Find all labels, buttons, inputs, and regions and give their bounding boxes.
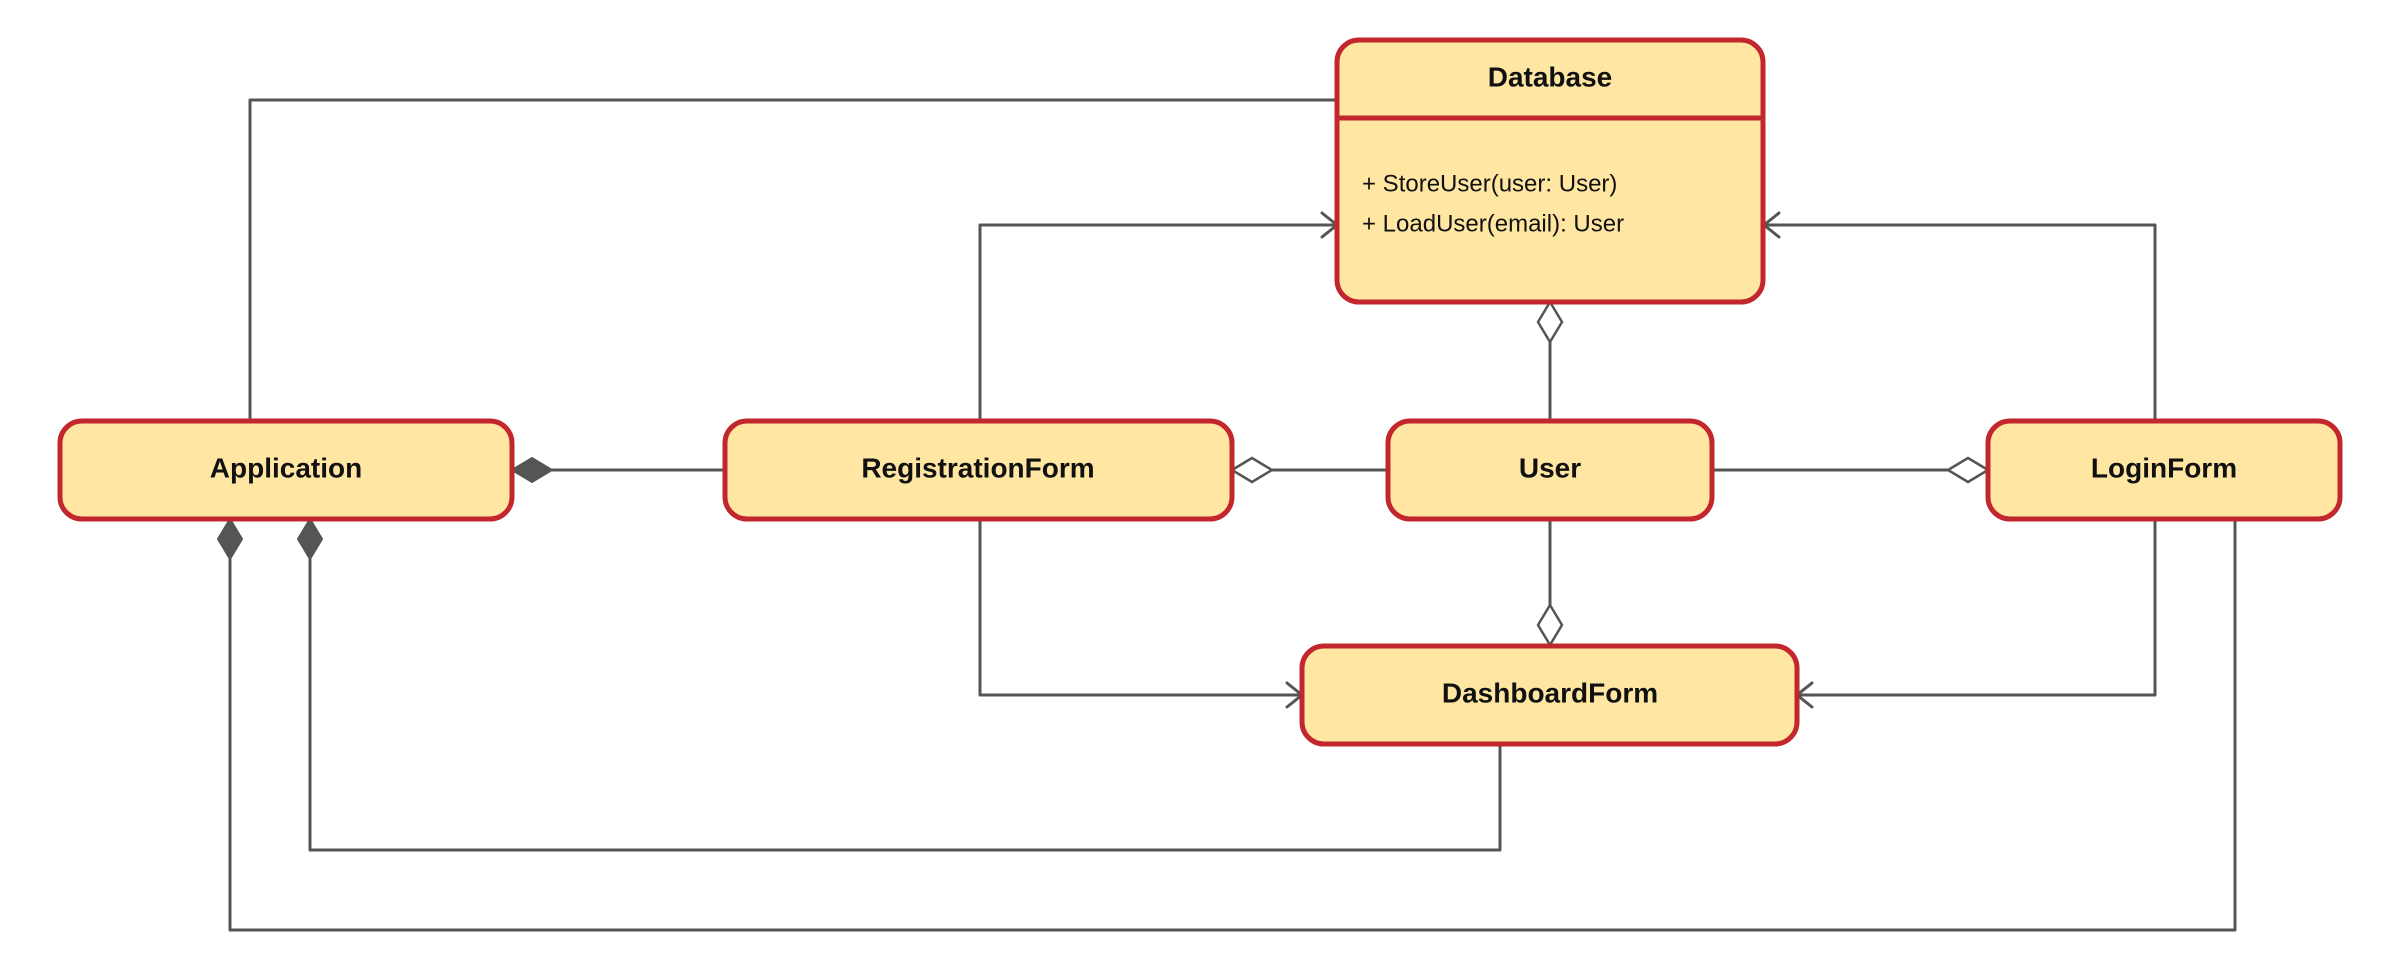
class-registrationform: RegistrationForm bbox=[725, 421, 1232, 519]
edge-loginform-user bbox=[1712, 458, 1988, 482]
edge-registrationform-database bbox=[980, 213, 1337, 420]
class-application: Application bbox=[60, 421, 512, 519]
application-title: Application bbox=[210, 452, 362, 483]
edge-application-registrationform bbox=[512, 458, 725, 482]
class-loginform: LoginForm bbox=[1988, 421, 2340, 519]
class-user: User bbox=[1388, 421, 1712, 519]
class-dashboardform: DashboardForm bbox=[1302, 646, 1797, 744]
user-title: User bbox=[1519, 452, 1581, 483]
class-database: Database + StoreUser(user: User) + LoadU… bbox=[1337, 40, 1763, 302]
edge-loginform-database bbox=[1764, 213, 2155, 420]
loginform-title: LoginForm bbox=[2091, 452, 2237, 483]
edge-application-database bbox=[238, 100, 1337, 461]
edge-registrationform-dashboardform bbox=[980, 520, 1302, 707]
edge-application-loginform bbox=[218, 519, 2235, 930]
edge-database-user bbox=[1538, 302, 1562, 420]
dashboardform-title: DashboardForm bbox=[1442, 677, 1658, 708]
uml-class-diagram: Application RegistrationForm User LoginF… bbox=[0, 0, 2396, 971]
registrationform-title: RegistrationForm bbox=[861, 452, 1094, 483]
database-title: Database bbox=[1488, 61, 1613, 92]
edge-registrationform-user bbox=[1232, 458, 1388, 482]
database-method-0: + StoreUser(user: User) bbox=[1362, 170, 1617, 197]
edge-dashboardform-user bbox=[1538, 520, 1562, 645]
database-method-1: + LoadUser(email): User bbox=[1362, 210, 1624, 237]
edge-loginform-dashboardform bbox=[1797, 520, 2155, 707]
